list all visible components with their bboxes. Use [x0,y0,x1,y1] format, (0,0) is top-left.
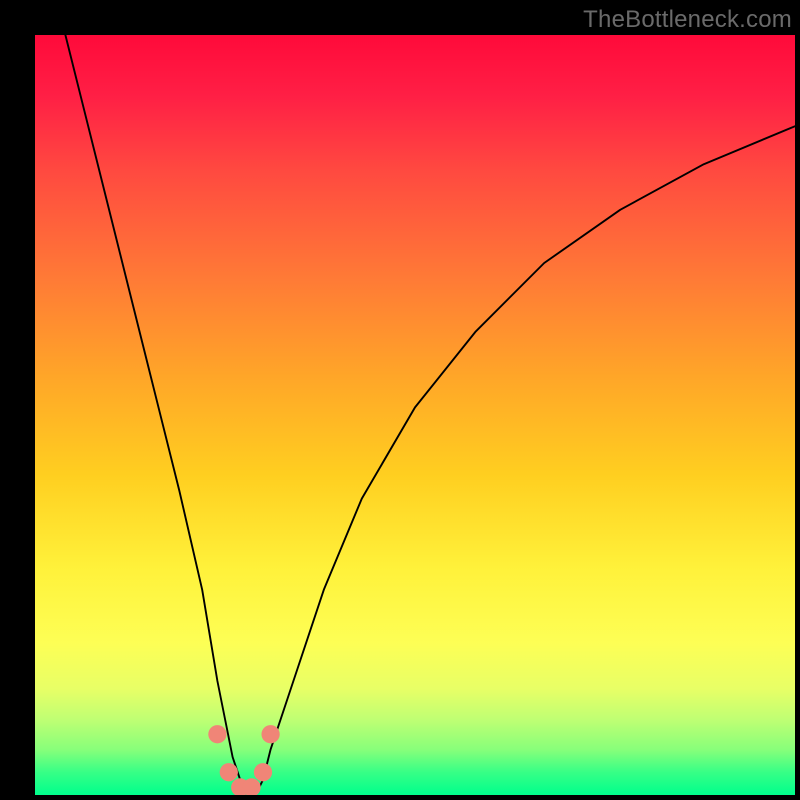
bottleneck-curve [65,35,795,795]
curve-marker [208,725,226,743]
curve-layer [35,35,795,795]
curve-markers [208,725,279,795]
chart-frame: TheBottleneck.com [0,0,800,800]
curve-marker [261,725,279,743]
watermark-text: TheBottleneck.com [583,6,792,34]
curve-marker [254,763,272,781]
plot-area [35,35,795,795]
curve-marker [220,763,238,781]
